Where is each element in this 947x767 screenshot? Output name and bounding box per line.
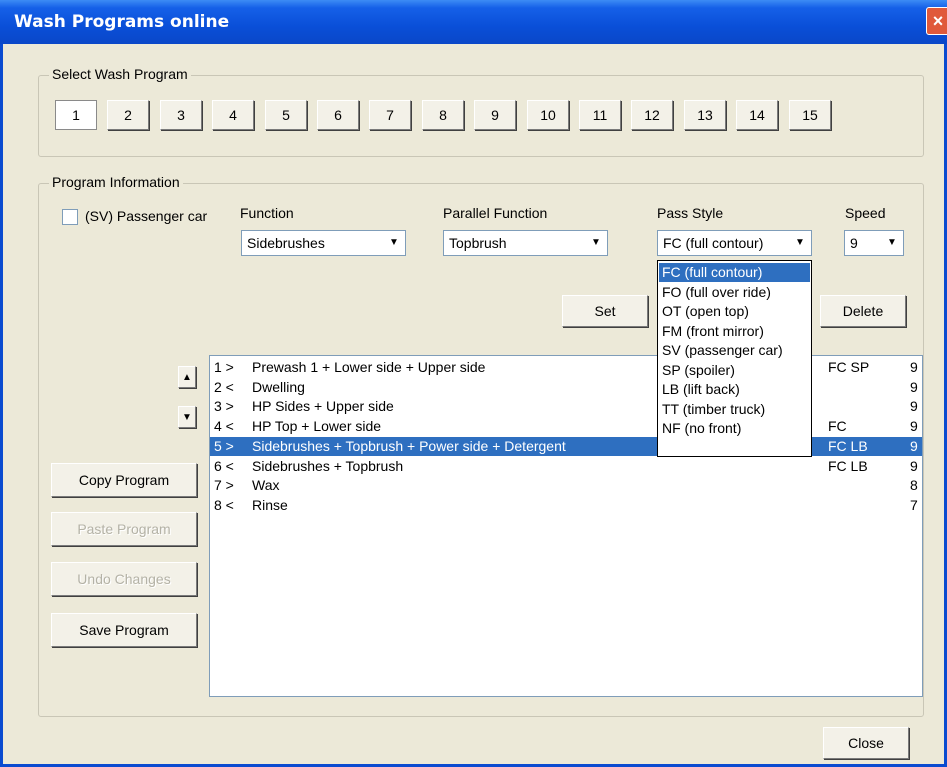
step-number: 1 > — [214, 359, 234, 375]
program-information-legend: Program Information — [49, 174, 183, 190]
step-pass-style: FC LB — [828, 437, 868, 454]
step-speed: 9 — [910, 378, 918, 395]
step-pass-style: FC LB — [828, 457, 868, 474]
step-pass-style: FC SP — [828, 359, 870, 375]
step-description: HP Sides + Upper side — [252, 398, 394, 415]
function-label: Function — [240, 205, 294, 221]
wash-steps-list[interactable]: 1 > Prewash 1 + Lower side + Upper side FC… — [209, 355, 923, 697]
step-number: 2 < — [214, 378, 234, 395]
pass-style-select-value: FC (full contour) — [663, 235, 764, 251]
window-title: Wash Programs online — [14, 12, 230, 32]
step-number: 3 > — [214, 398, 234, 415]
program-button-2[interactable]: 2 — [107, 100, 149, 130]
parallel-function-select-value: Topbrush — [449, 235, 507, 251]
speed-select-value: 9 — [850, 235, 858, 251]
pass-style-option[interactable]: FM (front mirror) — [659, 322, 810, 341]
step-number: 7 > — [214, 477, 234, 494]
step-speed: 9 — [910, 398, 918, 415]
step-description: Dwelling — [252, 378, 305, 395]
step-row[interactable]: 2 < Dwelling 9 — [210, 378, 922, 397]
save-program-button[interactable]: Save Program — [51, 613, 197, 647]
function-select-value: Sidebrushes — [247, 235, 325, 251]
program-button-12[interactable]: 12 — [631, 100, 673, 130]
step-number: 5 > — [214, 437, 234, 454]
step-description: Prewash 1 + Lower side + Upper side — [252, 359, 486, 375]
program-button-9[interactable]: 9 — [474, 100, 516, 130]
wash-programs-window: Wash Programs online × Select Wash Progr… — [0, 0, 947, 767]
step-speed: 9 — [910, 457, 918, 474]
chevron-down-icon[interactable]: ▼ — [587, 233, 605, 253]
program-button-8[interactable]: 8 — [422, 100, 464, 130]
pass-style-label: Pass Style — [657, 205, 724, 221]
program-button-10[interactable]: 10 — [527, 100, 569, 130]
passenger-car-checkbox[interactable] — [62, 209, 78, 225]
move-up-button[interactable]: ▲ — [178, 366, 196, 388]
pass-style-option[interactable]: FO (full over ride) — [659, 283, 810, 302]
passenger-car-label: (SV) Passenger car — [85, 208, 208, 224]
close-button[interactable]: Close — [823, 727, 909, 759]
pass-style-select[interactable]: FC (full contour) ▼ — [657, 230, 812, 256]
program-button-13[interactable]: 13 — [684, 100, 726, 130]
function-select[interactable]: Sidebrushes ▼ — [241, 230, 406, 256]
parallel-function-select[interactable]: Topbrush ▼ — [443, 230, 608, 256]
select-wash-program-legend: Select Wash Program — [49, 66, 191, 82]
pass-style-option[interactable]: SP (spoiler) — [659, 361, 810, 380]
title-bar: Wash Programs online × — [0, 0, 947, 44]
pass-style-option[interactable]: FC (full contour) — [659, 263, 810, 282]
program-button-5[interactable]: 5 — [265, 100, 307, 130]
program-button-6[interactable]: 6 — [317, 100, 359, 130]
window-close-button[interactable]: × — [926, 7, 947, 35]
program-button-7[interactable]: 7 — [369, 100, 411, 130]
step-speed: 9 — [910, 418, 918, 435]
step-row[interactable]: 8 < Rinse 7 — [210, 496, 922, 515]
pass-style-option[interactable]: OT (open top) — [659, 302, 810, 321]
delete-button[interactable]: Delete — [820, 295, 906, 327]
undo-changes-button[interactable]: Undo Changes — [51, 562, 197, 596]
set-button[interactable]: Set — [562, 295, 648, 327]
program-button-4[interactable]: 4 — [212, 100, 254, 130]
step-row[interactable]: 4 < HP Top + Lower side FC 9 — [210, 417, 922, 436]
speed-select[interactable]: 9 ▼ — [844, 230, 904, 256]
step-description: Rinse — [252, 496, 288, 513]
copy-program-button[interactable]: Copy Program — [51, 463, 197, 497]
pass-style-option[interactable]: TT (timber truck) — [659, 400, 810, 419]
speed-label: Speed — [845, 205, 886, 221]
up-arrow-icon: ▲ — [182, 372, 192, 383]
down-arrow-icon: ▼ — [182, 412, 192, 423]
step-row[interactable]: 1 > Prewash 1 + Lower side + Upper side FC… — [210, 358, 922, 377]
step-pass-style: FC — [828, 418, 847, 435]
step-speed: 9 — [910, 437, 918, 454]
step-number: 6 < — [214, 457, 234, 474]
step-speed: 7 — [910, 496, 918, 513]
chevron-down-icon[interactable]: ▼ — [385, 233, 403, 253]
step-row[interactable]: 5 > Sidebrushes + Topbrush + Power side +… — [210, 436, 922, 456]
step-row[interactable]: 3 > HP Sides + Upper side 9 — [210, 397, 922, 416]
step-number: 4 < — [214, 418, 234, 435]
step-description: HP Top + Lower side — [252, 418, 382, 435]
pass-style-option[interactable]: NF (no front) — [659, 419, 810, 438]
program-button-11[interactable]: 11 — [579, 100, 621, 130]
step-speed: 8 — [910, 477, 918, 494]
program-button-3[interactable]: 3 — [160, 100, 202, 130]
parallel-function-label: Parallel Function — [443, 205, 548, 221]
move-down-button[interactable]: ▼ — [178, 406, 196, 428]
program-button-15[interactable]: 15 — [789, 100, 831, 130]
step-row[interactable]: 6 < Sidebrushes + Topbrush FC LB 9 — [210, 457, 922, 476]
chevron-down-icon[interactable]: ▼ — [791, 233, 809, 253]
program-button-14[interactable]: 14 — [736, 100, 778, 130]
pass-style-option[interactable]: LB (lift back) — [659, 380, 810, 399]
step-description: Wax — [252, 477, 280, 494]
step-description: Sidebrushes + Topbrush + Power side + De… — [252, 437, 566, 454]
step-description: Sidebrushes + Topbrush — [252, 457, 404, 474]
pass-style-dropdown-list[interactable]: FC (full contour) FO (full over ride) OT (… — [657, 260, 812, 457]
step-number: 8 < — [214, 496, 234, 513]
step-speed: 9 — [910, 359, 918, 375]
step-row[interactable]: 7 > Wax 8 — [210, 476, 922, 495]
chevron-down-icon[interactable]: ▼ — [883, 233, 901, 253]
pass-style-option[interactable]: SV (passenger car) — [659, 341, 810, 360]
program-button-1[interactable]: 1 — [55, 100, 97, 130]
paste-program-button[interactable]: Paste Program — [51, 512, 197, 546]
